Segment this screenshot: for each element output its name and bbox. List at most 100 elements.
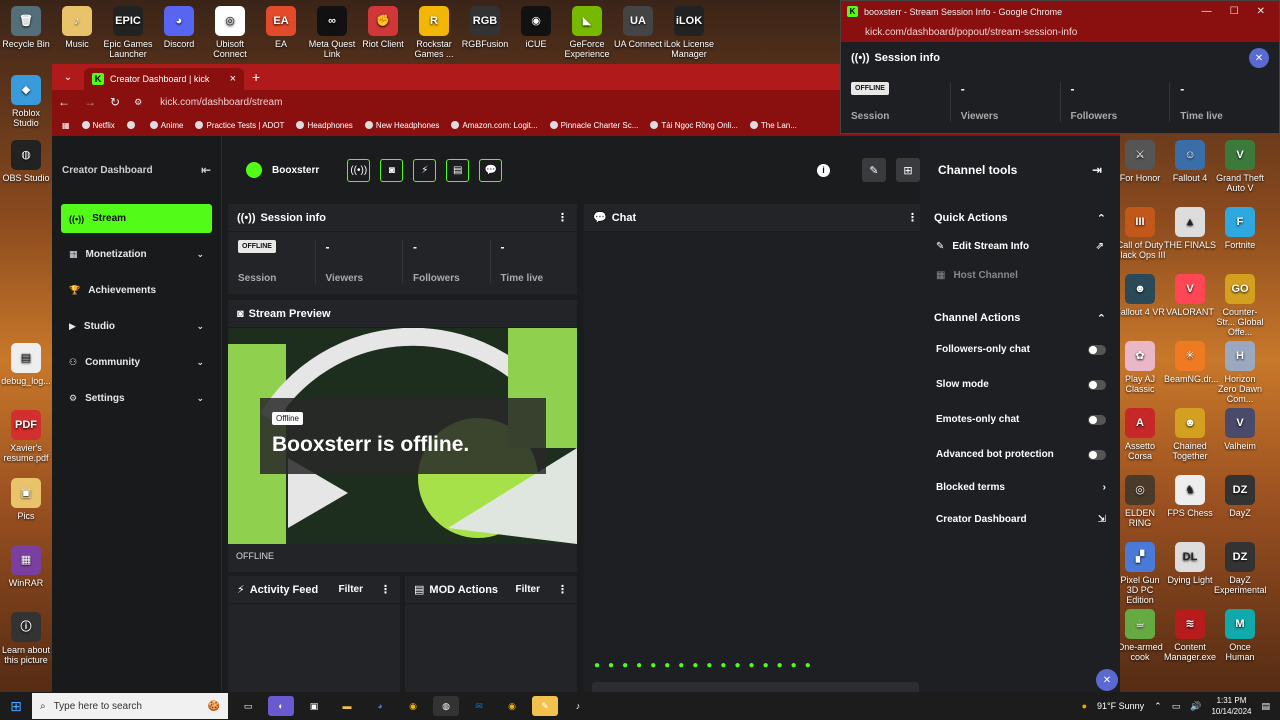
obs-taskbar-icon[interactable]: ◍ (433, 696, 459, 716)
desktop-icon[interactable]: III Call of Duty Black Ops III (1114, 207, 1166, 260)
chrome-icon[interactable]: ◉ (400, 696, 426, 716)
desktop-icon[interactable]: DZ DayZ (1214, 475, 1266, 518)
desktop-icon[interactable]: ♞ FPS Chess (1164, 475, 1216, 518)
clock[interactable]: 1:31 PM 10/14/2024 (1211, 695, 1251, 717)
close-tab-icon[interactable]: × (230, 73, 236, 85)
desktop-icon[interactable]: ✳ BeamNG.dr... (1164, 341, 1219, 384)
emote-icon[interactable]: ● (664, 660, 670, 671)
floating-close-icon[interactable]: ✕ (1096, 669, 1118, 691)
desktop-icon[interactable]: V Valheim (1214, 408, 1266, 451)
sidebar-item-community[interactable]: ⚇ Community ⌄ (61, 348, 212, 377)
desktop-icon[interactable]: ∞ Meta Quest Link (306, 6, 358, 59)
desktop-icon[interactable]: ♪ Music (51, 6, 103, 49)
emote-icon[interactable]: ● (678, 660, 684, 671)
desktop-icon[interactable]: 🗑 Recycle Bin (0, 6, 52, 49)
collapse-tools-icon[interactable]: ⇥ (1092, 163, 1102, 177)
back-arrow-icon[interactable]: ← (58, 95, 70, 109)
desktop-icon[interactable]: EPIC Epic Games Launcher (102, 6, 154, 59)
avatar[interactable] (246, 162, 262, 178)
activity-menu-icon[interactable]: ⋮ (380, 583, 391, 596)
notes-app-icon[interactable]: ✎ (532, 696, 558, 716)
copilot-icon[interactable]: ◐ (268, 696, 294, 716)
desktop-icon[interactable]: V VALORANT (1164, 274, 1216, 317)
discord-taskbar-icon[interactable]: ◕ (367, 696, 393, 716)
chrome-profile-icon[interactable]: ◉ (499, 696, 525, 716)
emote-icon[interactable]: ● (692, 660, 698, 671)
chat-button[interactable]: 💬 (479, 158, 503, 182)
desktop-icon[interactable]: ≋ Content Manager.exe (1164, 609, 1216, 662)
desktop-icon[interactable]: ◍ OBS Studio (0, 140, 52, 183)
volume-icon[interactable]: 🔊 (1190, 701, 1201, 712)
info-icon[interactable]: i (817, 163, 830, 177)
emote-icon[interactable]: ● (805, 660, 811, 671)
desktop-icon[interactable]: ◎ Ubisoft Connect (204, 6, 256, 59)
sidebar-item-studio[interactable]: ▶ Studio ⌄ (61, 312, 212, 341)
bookmark-item[interactable] (126, 121, 138, 129)
outlook-icon[interactable]: ✉ (466, 696, 492, 716)
reload-icon[interactable]: ↻ (110, 95, 120, 109)
bookmark-item[interactable]: Pinnacle Charter Sc... (549, 121, 638, 130)
sidebar-item-monetization[interactable]: ▦ Monetization ⌄ (61, 240, 212, 269)
desktop-icon[interactable]: ⚔ For Honor (1114, 140, 1166, 183)
emote-icon[interactable]: ● (749, 660, 755, 671)
desktop-icon[interactable]: ⓘ Learn about this picture (0, 612, 52, 665)
desktop-icon[interactable]: GO Counter-Str... Global Offe... (1214, 274, 1266, 337)
notes-button[interactable]: ▤ (446, 158, 470, 182)
minimize-icon[interactable]: — (1202, 6, 1212, 17)
desktop-icon[interactable]: H Horizon Zero Dawn Com... (1214, 341, 1266, 404)
desktop-icon[interactable]: M Once Human (1214, 609, 1266, 662)
mod-filter-button[interactable]: Filter (516, 584, 540, 595)
desktop-icon[interactable]: V Grand Theft Auto V (1214, 140, 1266, 193)
stream-broadcast-button[interactable]: ((•)) (347, 158, 371, 182)
tiktok-icon[interactable]: ♪ (565, 696, 591, 716)
emote-icon[interactable]: ● (791, 660, 797, 671)
bookmark-item[interactable]: New Headphones (364, 121, 439, 130)
desktop-icon[interactable]: DZ DayZ Experimental (1214, 542, 1267, 595)
bookmark-item[interactable]: Anime (149, 121, 183, 130)
desktop-icon[interactable]: ◕ Discord (153, 6, 205, 49)
emote-icon[interactable]: ● (720, 660, 726, 671)
desktop-icon[interactable]: ▲ THE FINALS (1164, 207, 1216, 250)
edit-layout-button[interactable]: ✎ (862, 158, 886, 182)
desktop-icon[interactable]: F Fortnite (1214, 207, 1266, 250)
desktop-icon[interactable]: ☻ Fallout 4 VR (1114, 274, 1166, 317)
emote-icon[interactable]: ● (608, 660, 614, 671)
start-windows-icon[interactable]: ⊞ (0, 698, 32, 715)
new-tab-button[interactable]: + (252, 69, 260, 85)
sidebar-item-settings[interactable]: ⚙ Settings ⌄ (61, 384, 212, 413)
blocked-terms-item[interactable]: Blocked terms › (920, 472, 1120, 502)
popout-close-icon[interactable]: ✕ (1249, 48, 1269, 68)
emote-icon[interactable]: ● (706, 660, 712, 671)
desktop-icon[interactable]: ▞ Pixel Gun 3D PC Edition (1114, 542, 1166, 605)
toggle-switch[interactable] (1088, 414, 1106, 425)
desktop-icon[interactable]: ☺ Fallout 4 (1164, 140, 1216, 183)
store-icon[interactable]: ▣ (301, 696, 327, 716)
emote-icon[interactable]: ● (777, 660, 783, 671)
bookmark-item[interactable]: Tải Ngọc Rồng Onli... (650, 121, 738, 130)
add-widget-button[interactable]: ⊞ (896, 158, 920, 182)
notification-icon[interactable]: ▤ (1261, 701, 1270, 712)
desktop-icon[interactable]: A Assetto Corsa (1114, 408, 1166, 461)
network-icon[interactable]: ▭ (1172, 701, 1181, 712)
sidebar-item-stream[interactable]: ((•)) Stream (61, 204, 212, 233)
activity-filter-button[interactable]: Filter (339, 584, 363, 595)
desktop-icon[interactable]: ◉ iCUE (510, 6, 562, 49)
desktop-icon[interactable]: R Rockstar Games ... (408, 6, 460, 59)
taskbar-search[interactable]: ⌕ Type here to search 🍪 (32, 693, 228, 719)
weather-text[interactable]: 91°F Sunny (1097, 701, 1144, 711)
toggle-switch[interactable] (1088, 379, 1106, 390)
collapse-sidebar-icon[interactable]: ⇤ (201, 163, 211, 177)
channel-actions-section[interactable]: Channel Actions ⌃ (920, 304, 1120, 332)
desktop-icon[interactable]: iLOK iLok License Manager (663, 6, 715, 59)
tab-search-chevron-icon[interactable]: ⌄ (58, 67, 78, 87)
emote-icon[interactable]: ● (622, 660, 628, 671)
bookmark-item[interactable]: Netflix (81, 121, 115, 130)
desktop-icon[interactable]: ✊ Riot Client (357, 6, 409, 49)
desktop-icon[interactable]: DL Dying Light (1164, 542, 1216, 585)
desktop-icon[interactable]: ☻ Chained Together (1164, 408, 1216, 461)
preview-button[interactable]: ◙ (380, 158, 404, 182)
more-menu-icon[interactable]: ⋮ (557, 211, 568, 224)
bookmark-item[interactable]: The Lan... (749, 121, 797, 130)
desktop-icon[interactable]: ▣ Pics (0, 478, 52, 521)
toggle-switch[interactable] (1088, 449, 1106, 460)
